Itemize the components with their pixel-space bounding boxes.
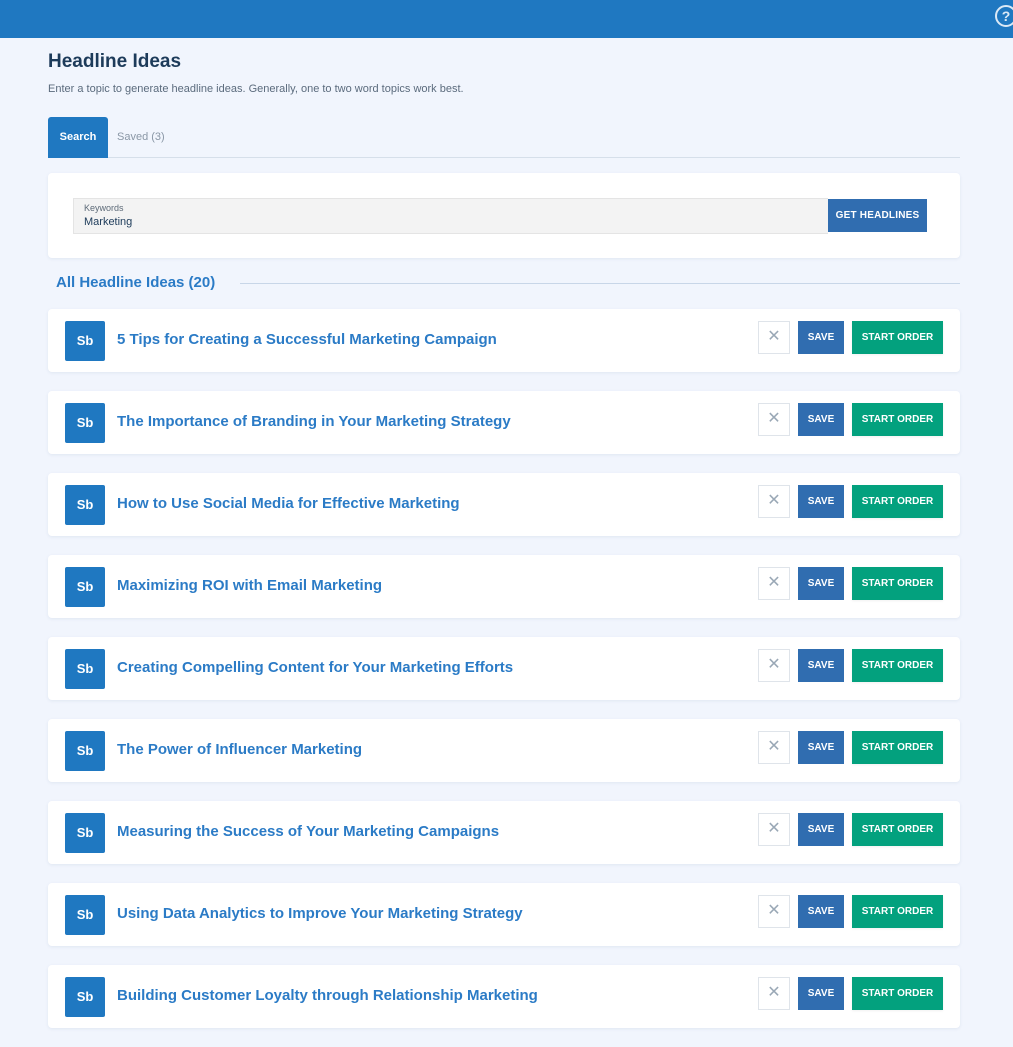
headline-text[interactable]: The Power of Influencer Marketing bbox=[117, 741, 362, 758]
save-button[interactable]: SAVE bbox=[798, 321, 844, 354]
start-order-button[interactable]: START ORDER bbox=[852, 321, 943, 354]
start-order-button[interactable]: START ORDER bbox=[852, 895, 943, 928]
sb-logo-badge: Sb bbox=[65, 649, 105, 689]
close-icon: ✕ bbox=[767, 328, 781, 345]
close-icon: ✕ bbox=[767, 656, 781, 673]
start-order-button[interactable]: START ORDER bbox=[852, 485, 943, 518]
save-button[interactable]: SAVE bbox=[798, 813, 844, 846]
headline-row: Sb 5 Tips for Creating a Successful Mark… bbox=[48, 309, 960, 372]
dismiss-button[interactable]: ✕ bbox=[758, 813, 790, 846]
start-order-button[interactable]: START ORDER bbox=[852, 649, 943, 682]
tab-bar: Search Saved (3) bbox=[48, 117, 960, 158]
sb-logo-badge: Sb bbox=[65, 731, 105, 771]
start-order-button[interactable]: START ORDER bbox=[852, 731, 943, 764]
headline-text[interactable]: Maximizing ROI with Email Marketing bbox=[117, 577, 382, 594]
sb-logo-badge: Sb bbox=[65, 977, 105, 1017]
sb-logo-badge: Sb bbox=[65, 895, 105, 935]
sb-logo-badge: Sb bbox=[65, 403, 105, 443]
dismiss-button[interactable]: ✕ bbox=[758, 485, 790, 518]
page-title: Headline Ideas bbox=[48, 51, 182, 72]
sb-logo-badge: Sb bbox=[65, 485, 105, 525]
headline-text[interactable]: How to Use Social Media for Effective Ma… bbox=[117, 495, 460, 512]
dismiss-button[interactable]: ✕ bbox=[758, 649, 790, 682]
headline-text[interactable]: 5 Tips for Creating a Successful Marketi… bbox=[117, 331, 497, 348]
headline-row: Sb Measuring the Success of Your Marketi… bbox=[48, 801, 960, 864]
top-bar: ? bbox=[0, 0, 1013, 38]
headline-row: Sb Maximizing ROI with Email Marketing ✕… bbox=[48, 555, 960, 618]
save-button[interactable]: SAVE bbox=[798, 403, 844, 436]
help-icon[interactable]: ? bbox=[995, 5, 1013, 27]
headline-text[interactable]: The Importance of Branding in Your Marke… bbox=[117, 413, 511, 430]
start-order-button[interactable]: START ORDER bbox=[852, 567, 943, 600]
section-divider bbox=[240, 283, 960, 284]
save-button[interactable]: SAVE bbox=[798, 895, 844, 928]
save-button[interactable]: SAVE bbox=[798, 485, 844, 518]
results-header: All Headline Ideas (20) bbox=[56, 274, 960, 294]
keywords-input[interactable] bbox=[84, 216, 784, 228]
headline-text[interactable]: Using Data Analytics to Improve Your Mar… bbox=[117, 905, 523, 922]
sb-logo-badge: Sb bbox=[65, 321, 105, 361]
save-button[interactable]: SAVE bbox=[798, 649, 844, 682]
sb-logo-badge: Sb bbox=[65, 813, 105, 853]
sb-logo-badge: Sb bbox=[65, 567, 105, 607]
headline-row: Sb Using Data Analytics to Improve Your … bbox=[48, 883, 960, 946]
headline-row: Sb The Importance of Branding in Your Ma… bbox=[48, 391, 960, 454]
dismiss-button[interactable]: ✕ bbox=[758, 567, 790, 600]
dismiss-button[interactable]: ✕ bbox=[758, 731, 790, 764]
close-icon: ✕ bbox=[767, 410, 781, 427]
close-icon: ✕ bbox=[767, 984, 781, 1001]
close-icon: ✕ bbox=[767, 820, 781, 837]
search-card: Keywords GET HEADLINES bbox=[48, 173, 960, 258]
tab-saved[interactable]: Saved (3) bbox=[117, 117, 165, 158]
headline-text[interactable]: Building Customer Loyalty through Relati… bbox=[117, 987, 538, 1004]
headline-row: Sb Building Customer Loyalty through Rel… bbox=[48, 965, 960, 1028]
keywords-label: Keywords bbox=[84, 203, 124, 213]
headline-text[interactable]: Creating Compelling Content for Your Mar… bbox=[117, 659, 513, 676]
save-button[interactable]: SAVE bbox=[798, 977, 844, 1010]
dismiss-button[interactable]: ✕ bbox=[758, 321, 790, 354]
headline-row: Sb Creating Compelling Content for Your … bbox=[48, 637, 960, 700]
get-headlines-button[interactable]: GET HEADLINES bbox=[828, 199, 927, 232]
start-order-button[interactable]: START ORDER bbox=[852, 813, 943, 846]
page-subtitle: Enter a topic to generate headline ideas… bbox=[48, 83, 464, 95]
dismiss-button[interactable]: ✕ bbox=[758, 403, 790, 436]
headline-row: Sb How to Use Social Media for Effective… bbox=[48, 473, 960, 536]
close-icon: ✕ bbox=[767, 902, 781, 919]
results-title: All Headline Ideas (20) bbox=[56, 274, 224, 291]
keywords-field[interactable]: Keywords bbox=[73, 198, 828, 234]
dismiss-button[interactable]: ✕ bbox=[758, 895, 790, 928]
start-order-button[interactable]: START ORDER bbox=[852, 977, 943, 1010]
headline-text[interactable]: Measuring the Success of Your Marketing … bbox=[117, 823, 499, 840]
headline-row: Sb The Power of Influencer Marketing ✕ S… bbox=[48, 719, 960, 782]
save-button[interactable]: SAVE bbox=[798, 567, 844, 600]
start-order-button[interactable]: START ORDER bbox=[852, 403, 943, 436]
close-icon: ✕ bbox=[767, 574, 781, 591]
dismiss-button[interactable]: ✕ bbox=[758, 977, 790, 1010]
tab-search[interactable]: Search bbox=[48, 117, 108, 158]
close-icon: ✕ bbox=[767, 738, 781, 755]
close-icon: ✕ bbox=[767, 492, 781, 509]
save-button[interactable]: SAVE bbox=[798, 731, 844, 764]
